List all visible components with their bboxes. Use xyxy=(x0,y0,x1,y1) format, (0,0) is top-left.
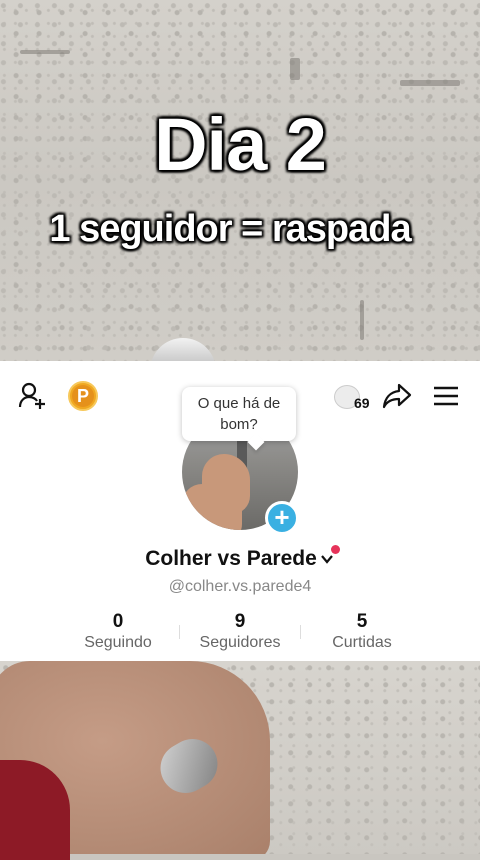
profile-stats: 0 Seguindo 9 Seguidores 5 Curtidas xyxy=(0,611,480,655)
divider xyxy=(300,625,301,639)
wall-crack xyxy=(400,80,460,86)
profile-name-row[interactable]: Colher vs Parede xyxy=(0,547,480,571)
display-name: Colher vs Parede xyxy=(145,547,317,570)
add-friend-button[interactable] xyxy=(16,381,50,411)
divider xyxy=(179,625,180,639)
video-bottom xyxy=(0,661,480,854)
video-caption-subtitle: 1 seguidor = raspada xyxy=(49,208,411,250)
menu-button[interactable] xyxy=(430,381,462,411)
spoon xyxy=(150,338,216,361)
share-icon xyxy=(382,383,412,409)
stat-followers[interactable]: 9 Seguidores xyxy=(190,611,290,653)
stat-label: Curtidas xyxy=(332,634,392,651)
wall-crack xyxy=(290,58,300,80)
wall-crack xyxy=(360,300,364,340)
add-story-icon[interactable]: + xyxy=(265,501,299,535)
stat-following[interactable]: 0 Seguindo xyxy=(68,611,168,653)
video-caption-title: Dia 2 xyxy=(154,103,327,186)
stat-likes[interactable]: 5 Curtidas xyxy=(312,611,412,653)
share-button[interactable] xyxy=(380,381,414,411)
add-user-icon xyxy=(18,382,45,409)
hamburger-icon xyxy=(434,386,458,406)
stat-value: 9 xyxy=(234,611,246,632)
stat-label: Seguindo xyxy=(84,634,152,651)
wall-crack xyxy=(20,50,70,54)
video-top: Dia 2 1 seguidor = raspada xyxy=(0,0,480,361)
notification-dot xyxy=(331,545,340,554)
stat-value: 0 xyxy=(112,611,124,632)
profile-card: P 69 O que há de bom? + Colher vs Parede… xyxy=(0,361,480,661)
coin-button[interactable]: P xyxy=(68,381,98,411)
status-bubble[interactable]: O que há de bom? xyxy=(182,387,296,441)
coin-letter: P xyxy=(72,385,94,407)
views-count: 69 xyxy=(354,395,370,411)
chevron-down-icon xyxy=(320,555,333,565)
profile-views-button[interactable]: 69 xyxy=(332,381,374,413)
username: @colher.vs.parede4 xyxy=(168,578,312,595)
stat-value: 5 xyxy=(356,611,368,632)
stat-label: Seguidores xyxy=(199,634,281,651)
